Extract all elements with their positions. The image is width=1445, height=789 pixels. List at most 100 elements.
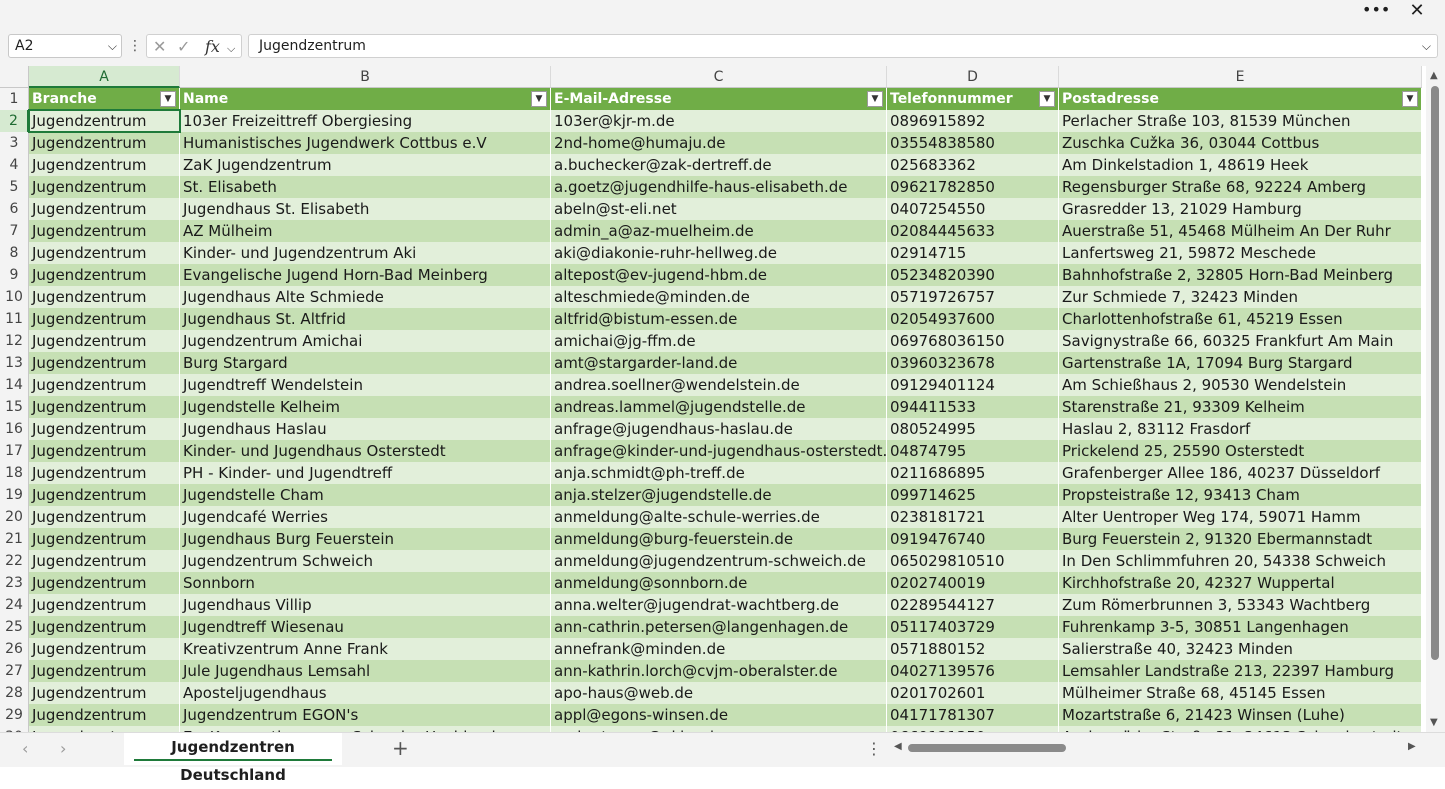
table-cell[interactable]: ZaK Jugendzentrum	[180, 154, 551, 176]
table-cell[interactable]: Kirchhofstraße 20, 42327 Wuppertal	[1059, 572, 1422, 594]
table-cell[interactable]: Jugendzentrum	[29, 616, 180, 638]
table-cell[interactable]: 0201702601	[887, 682, 1059, 704]
table-cell[interactable]: 099714625	[887, 484, 1059, 506]
row-header[interactable]: 17	[0, 440, 29, 462]
scroll-down-icon[interactable]: ▼	[1430, 717, 1438, 728]
table-cell[interactable]: a.goetz@jugendhilfe-haus-elisabeth.de	[551, 176, 887, 198]
table-cell[interactable]: Jugendzentrum	[29, 638, 180, 660]
table-cell[interactable]: 03554838580	[887, 132, 1059, 154]
table-cell[interactable]: Jugendzentrum	[29, 418, 180, 440]
column-header-a[interactable]: A	[29, 66, 180, 88]
row-header[interactable]: 18	[0, 462, 29, 484]
column-header-d[interactable]: D	[887, 66, 1059, 88]
row-header[interactable]: 5	[0, 176, 29, 198]
table-cell[interactable]: 069768036150	[887, 330, 1059, 352]
table-cell[interactable]: Alter Uentroper Weg 174, 59071 Hamm	[1059, 506, 1422, 528]
sheet-tab-active[interactable]: Jugendzentren Deutschland	[124, 733, 342, 784]
table-cell[interactable]: Jugendzentrum	[29, 132, 180, 154]
table-cell[interactable]: 2nd-home@humaju.de	[551, 132, 887, 154]
table-cell[interactable]: appl@egons-winsen.de	[551, 704, 887, 726]
table-cell[interactable]: Jule Jugendhaus Lemsahl	[180, 660, 551, 682]
table-header-cell[interactable]: Branche ▼	[29, 88, 180, 110]
table-cell[interactable]: Burg Feuerstein 2, 91320 Ebermannstadt	[1059, 528, 1422, 550]
table-cell[interactable]: 0407254550	[887, 198, 1059, 220]
table-cell[interactable]: 025683362	[887, 154, 1059, 176]
table-cell[interactable]: Jugendzentrum	[29, 198, 180, 220]
table-cell[interactable]: Jugendzentrum	[29, 308, 180, 330]
row-header[interactable]: 9	[0, 264, 29, 286]
table-cell[interactable]: Jugendzentrum	[29, 572, 180, 594]
table-cell[interactable]: Jugendhaus St. Elisabeth	[180, 198, 551, 220]
prev-sheet-icon[interactable]: ‹	[22, 739, 28, 758]
table-cell[interactable]: Jugendzentrum	[29, 462, 180, 484]
table-cell[interactable]: 0896915892	[887, 110, 1059, 132]
table-cell[interactable]: 02289544127	[887, 594, 1059, 616]
filter-dropdown-icon[interactable]: ▼	[867, 91, 883, 107]
table-header-cell[interactable]: E-Mail-Adresse ▼	[551, 88, 887, 110]
table-cell[interactable]: 080524995	[887, 418, 1059, 440]
table-cell[interactable]: Jugendzentrum	[29, 484, 180, 506]
table-cell[interactable]: Am Schießhaus 2, 90530 Wendelstein	[1059, 374, 1422, 396]
table-cell[interactable]: Jugendzentrum	[29, 330, 180, 352]
chevron-down-icon[interactable]: ⌵	[108, 35, 117, 57]
table-cell[interactable]: Jugendzentrum	[29, 396, 180, 418]
table-cell[interactable]: amichai@jg-ffm.de	[551, 330, 887, 352]
table-cell[interactable]: Evangelische Jugend Horn-Bad Meinberg	[180, 264, 551, 286]
table-cell[interactable]: Jugendzentrum	[29, 154, 180, 176]
row-header[interactable]: 11	[0, 308, 29, 330]
row-header[interactable]: 2	[0, 110, 29, 132]
check-icon[interactable]: ✓	[177, 37, 190, 57]
table-cell[interactable]: 09129401124	[887, 374, 1059, 396]
table-cell[interactable]: Burg Stargard	[180, 352, 551, 374]
table-cell[interactable]: Jugendzentrum	[29, 110, 180, 132]
table-cell[interactable]: Jugendzentrum	[29, 660, 180, 682]
scroll-up-icon[interactable]: ▲	[1430, 70, 1438, 81]
table-cell[interactable]: Jugendzentrum	[29, 440, 180, 462]
table-cell[interactable]: Jugendhaus St. Altfrid	[180, 308, 551, 330]
table-cell[interactable]: anja.stelzer@jugendstelle.de	[551, 484, 887, 506]
row-header[interactable]: 22	[0, 550, 29, 572]
filter-dropdown-icon[interactable]: ▼	[1039, 91, 1055, 107]
filter-dropdown-icon[interactable]: ▼	[160, 91, 176, 107]
table-cell[interactable]: ann-kathrin.lorch@cvjm-oberalster.de	[551, 660, 887, 682]
table-cell[interactable]: In Den Schlimmfuhren 20, 54338 Schweich	[1059, 550, 1422, 572]
filter-dropdown-icon[interactable]: ▼	[531, 91, 547, 107]
table-cell[interactable]: 103er@kjr-m.de	[551, 110, 887, 132]
table-cell[interactable]: Mozartstraße 6, 21423 Winsen (Luhe)	[1059, 704, 1422, 726]
table-cell[interactable]: Jugendzentrum	[29, 176, 180, 198]
table-cell[interactable]: 02054937600	[887, 308, 1059, 330]
table-cell[interactable]: Grafenberger Allee 186, 40237 Düsseldorf	[1059, 462, 1422, 484]
table-cell[interactable]: 03960323678	[887, 352, 1059, 374]
table-cell[interactable]: andreas.lammel@jugendstelle.de	[551, 396, 887, 418]
table-cell[interactable]: altfrid@bistum-essen.de	[551, 308, 887, 330]
row-header[interactable]: 29	[0, 704, 29, 726]
row-header[interactable]: 26	[0, 638, 29, 660]
row-header[interactable]: 14	[0, 374, 29, 396]
table-header-cell[interactable]: Name ▼	[180, 88, 551, 110]
table-cell[interactable]: Jugendhaus Villip	[180, 594, 551, 616]
more-icon[interactable]: •••	[1362, 1, 1390, 21]
table-cell[interactable]: andrea.soellner@wendelstein.de	[551, 374, 887, 396]
scroll-right-icon[interactable]: ▶	[1408, 741, 1416, 752]
table-cell[interactable]: Jugendzentrum	[29, 242, 180, 264]
vertical-scroll-thumb[interactable]	[1431, 86, 1439, 660]
table-cell[interactable]: anmeldung@jugendzentrum-schweich.de	[551, 550, 887, 572]
table-cell[interactable]: a.buchecker@zak-dertreff.de	[551, 154, 887, 176]
table-cell[interactable]: Kinder- und Jugendzentrum Aki	[180, 242, 551, 264]
table-cell[interactable]: Jugendzentrum Schweich	[180, 550, 551, 572]
table-cell[interactable]: Jugendzentrum	[29, 528, 180, 550]
row-header[interactable]: 6	[0, 198, 29, 220]
table-cell[interactable]: anja.schmidt@ph-treff.de	[551, 462, 887, 484]
table-cell[interactable]: anmeldung@sonnborn.de	[551, 572, 887, 594]
table-cell[interactable]: Jugendzentrum	[29, 594, 180, 616]
filter-dropdown-icon[interactable]: ▼	[1402, 91, 1418, 107]
row-header[interactable]: 7	[0, 220, 29, 242]
table-cell[interactable]: 094411533	[887, 396, 1059, 418]
row-header[interactable]: 25	[0, 616, 29, 638]
row-header[interactable]: 4	[0, 154, 29, 176]
table-cell[interactable]: Fuhrenkamp 3-5, 30851 Langenhagen	[1059, 616, 1422, 638]
table-cell[interactable]: amt@stargarder-land.de	[551, 352, 887, 374]
vertical-dots-icon[interactable]: ⋮	[128, 36, 142, 56]
table-cell[interactable]: 0202740019	[887, 572, 1059, 594]
table-cell[interactable]: Jugendstelle Kelheim	[180, 396, 551, 418]
